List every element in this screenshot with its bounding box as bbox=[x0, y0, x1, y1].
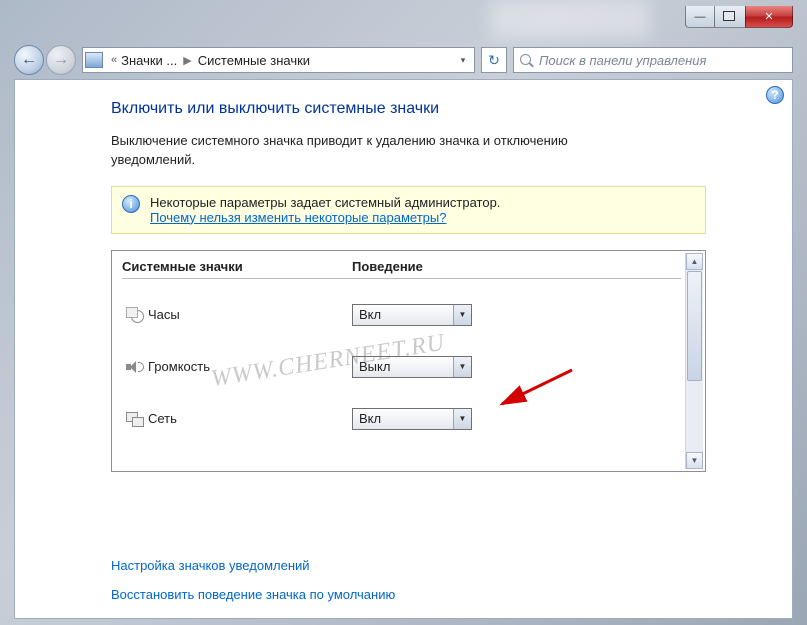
window-close-button[interactable]: ✕ bbox=[745, 6, 793, 28]
chevron-down-icon: ▼ bbox=[453, 357, 471, 377]
chevron-down-icon: ▼ bbox=[453, 305, 471, 325]
scroll-thumb[interactable] bbox=[687, 271, 702, 381]
info-text: Некоторые параметры задает системный адм… bbox=[150, 195, 500, 210]
scrollbar[interactable]: ▲ ▼ bbox=[685, 253, 703, 469]
scroll-up-button[interactable]: ▲ bbox=[686, 253, 703, 270]
page-description: Выключение системного значка приводит к … bbox=[111, 132, 651, 170]
nav-forward-button[interactable]: → bbox=[46, 45, 76, 75]
info-link[interactable]: Почему нельзя изменить некоторые парамет… bbox=[150, 210, 446, 225]
row-label-network: Сеть bbox=[148, 411, 352, 426]
breadcrumb-separator-icon: ▶ bbox=[183, 54, 191, 67]
behavior-select-network[interactable]: Вкл ▼ bbox=[352, 408, 472, 430]
column-header-name: Системные значки bbox=[122, 259, 352, 274]
configure-notification-icons-link[interactable]: Настройка значков уведомлений bbox=[111, 558, 395, 573]
search-input[interactable]: Поиск в панели управления bbox=[513, 47, 793, 73]
column-header-behavior: Поведение bbox=[352, 259, 681, 274]
maximize-icon bbox=[725, 13, 735, 21]
table-row: Сеть Вкл ▼ bbox=[122, 393, 681, 445]
search-placeholder: Поиск в панели управления bbox=[539, 53, 706, 68]
page-title: Включить или выключить системные значки bbox=[111, 100, 774, 118]
restore-default-behavior-link[interactable]: Восстановить поведение значка по умолчан… bbox=[111, 587, 395, 602]
admin-info-banner: i Некоторые параметры задает системный а… bbox=[111, 186, 706, 234]
help-icon[interactable]: ? bbox=[766, 86, 784, 104]
search-icon bbox=[520, 54, 533, 67]
volume-icon bbox=[126, 360, 144, 374]
nav-back-button[interactable]: ← bbox=[14, 45, 44, 75]
breadcrumb-overflow-icon: « bbox=[111, 54, 117, 66]
window-maximize-button[interactable] bbox=[715, 6, 745, 28]
behavior-select-volume[interactable]: Выкл ▼ bbox=[352, 356, 472, 378]
breadcrumb-item-1[interactable]: Значки ... bbox=[121, 53, 177, 68]
table-row: Громкость Выкл ▼ bbox=[122, 341, 681, 393]
address-dropdown-icon[interactable]: ▾ bbox=[454, 55, 472, 66]
address-bar[interactable]: « Значки ... ▶ Системные значки ▾ bbox=[82, 47, 475, 73]
clock-icon bbox=[126, 307, 144, 323]
refresh-icon: ↻ bbox=[488, 52, 500, 69]
behavior-select-clock[interactable]: Вкл ▼ bbox=[352, 304, 472, 326]
network-icon bbox=[126, 412, 144, 426]
control-panel-icon bbox=[85, 52, 103, 68]
chevron-down-icon: ▼ bbox=[453, 409, 471, 429]
table-row: Часы Вкл ▼ bbox=[122, 289, 681, 341]
window-minimize-button[interactable]: — bbox=[685, 6, 715, 28]
info-icon: i bbox=[122, 195, 140, 213]
refresh-button[interactable]: ↻ bbox=[481, 47, 507, 73]
scroll-down-button[interactable]: ▼ bbox=[686, 452, 703, 469]
row-label-clock: Часы bbox=[148, 307, 352, 322]
system-icons-panel: Системные значки Поведение Часы Вкл ▼ bbox=[111, 250, 706, 472]
row-label-volume: Громкость bbox=[148, 359, 352, 374]
breadcrumb-item-2[interactable]: Системные значки bbox=[198, 53, 310, 68]
